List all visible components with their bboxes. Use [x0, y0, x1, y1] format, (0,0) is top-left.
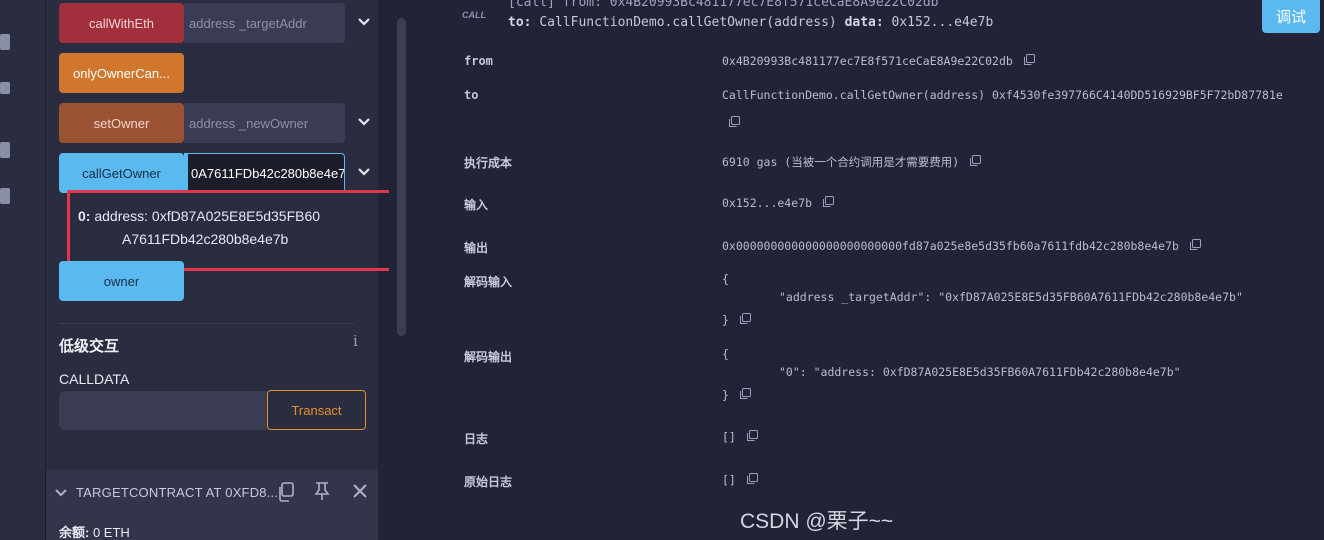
close-icon[interactable] [351, 482, 369, 500]
chevron-down-icon[interactable] [357, 165, 371, 179]
callwitheth-button[interactable]: callWithEth [59, 3, 184, 43]
watermark: CSDN @栗子~~ [740, 510, 894, 533]
icon-strip [0, 0, 46, 540]
row-value-from: 0x4B20993Bc481177ec7E8f571ceCaE8A9e22C02… [722, 54, 1035, 68]
tx-to-label: to: [508, 15, 532, 30]
callgetowner-button[interactable]: callGetOwner [59, 153, 184, 193]
row-label-output: 输出 [464, 241, 489, 255]
transact-button[interactable]: Transact [267, 390, 366, 430]
copy-icon[interactable] [739, 313, 751, 325]
deployed-contract-panel: callWithEth address _targetAddr onlyOwne… [46, 0, 394, 540]
tx-header-from: [call] from: 0x4B20993Bc481177ec7E8f571c… [508, 0, 939, 10]
tx-data-label: data: [844, 15, 884, 30]
copy-icon[interactable] [969, 155, 982, 167]
row-value-logs: [] [722, 430, 758, 444]
row-label-input: 输入 [464, 198, 489, 212]
contract-instance-header: TARGETCONTRACT AT 0XFD8... 余额: 0 ETH [46, 470, 378, 540]
sidebar-plugin-icon[interactable] [0, 188, 10, 204]
copy-icon[interactable] [822, 196, 835, 208]
terminal-panel: CALL [call] from: 0x4B20993Bc481177ec7E8… [408, 0, 1324, 540]
copy-icon[interactable] [746, 430, 758, 442]
row-value-output: 0x000000000000000000000000fd87a025e8e5d3… [722, 239, 1201, 253]
row-label-cost: 执行成本 [464, 156, 513, 170]
decoded-output-close: } [722, 388, 751, 402]
sidebar-plugin-icon[interactable] [0, 82, 10, 94]
info-icon[interactable]: i [353, 332, 358, 350]
balance-value: 0 ETH [92, 525, 130, 540]
decoded-output-body: "0": "address: 0xfD87A025E8E5d35FB60A761… [779, 365, 1181, 379]
contract-name[interactable]: TARGETCONTRACT AT 0XFD8... [76, 485, 278, 500]
tx-to-value: CallFunctionDemo.callGetOwner(address) [539, 15, 837, 30]
copy-icon[interactable] [1023, 54, 1035, 66]
setowner-input[interactable]: address _newOwner [184, 103, 345, 143]
highlight-box [67, 190, 394, 271]
decoded-output-open: { [722, 347, 729, 361]
callgetowner-input[interactable]: 0A7611FDb42c280b8e4e7b [184, 153, 345, 193]
row-label-raw-logs: 原始日志 [464, 475, 513, 489]
row-label-decoded-output: 解码输出 [464, 350, 513, 364]
copy-icon[interactable] [277, 482, 295, 502]
chevron-down-icon[interactable] [357, 15, 371, 29]
decoded-input-open: { [722, 272, 729, 286]
copy-icon[interactable] [739, 388, 751, 400]
row-label-from: from [464, 54, 493, 68]
chevron-down-icon[interactable] [357, 115, 371, 129]
pin-icon[interactable] [313, 481, 331, 501]
row-label-decoded-input: 解码输入 [464, 275, 513, 289]
row-value-cost: 6910 gas (当被一个合约调用是才需要费用) [722, 154, 982, 170]
tx-header-to: to: CallFunctionDemo.callGetOwner(addres… [508, 15, 993, 30]
sidebar-plugin-icon[interactable] [0, 34, 10, 50]
low-level-title: 低级交互 [59, 338, 120, 355]
decoded-input-body: "address _targetAddr": "0xfD87A025E8E5d3… [779, 290, 1243, 304]
copy-icon[interactable] [1189, 239, 1201, 251]
call-type-icon: CALL [462, 10, 486, 20]
row-value-input: 0x152...e4e7b [722, 196, 835, 210]
sidebar-plugin-icon[interactable] [0, 142, 10, 158]
calldata-input[interactable] [59, 391, 268, 430]
copy-icon[interactable] [728, 113, 740, 127]
callwitheth-input[interactable]: address _targetAddr [184, 3, 345, 43]
debug-button[interactable]: 调试 [1262, 0, 1320, 33]
row-label-to: to [464, 88, 479, 102]
row-value-raw-logs: [] [722, 473, 758, 487]
setowner-button[interactable]: setOwner [59, 103, 184, 143]
owner-button[interactable]: owner [59, 261, 184, 301]
onlyownercan-button[interactable]: onlyOwnerCan... [59, 53, 184, 93]
scrollbar-thumb[interactable] [397, 18, 406, 336]
chevron-down-icon[interactable] [54, 486, 68, 500]
divider [59, 323, 354, 324]
copy-icon[interactable] [746, 473, 758, 485]
decoded-input-close: } [722, 313, 751, 327]
row-value-to: CallFunctionDemo.callGetOwner(address) 0… [722, 88, 1283, 102]
tx-data-value: 0x152...e4e7b [891, 15, 994, 30]
calldata-label: CALLDATA [59, 371, 130, 387]
balance: 余额: 0 ETH [59, 522, 130, 540]
row-label-logs: 日志 [464, 432, 489, 446]
balance-label: 余额: [59, 525, 90, 540]
